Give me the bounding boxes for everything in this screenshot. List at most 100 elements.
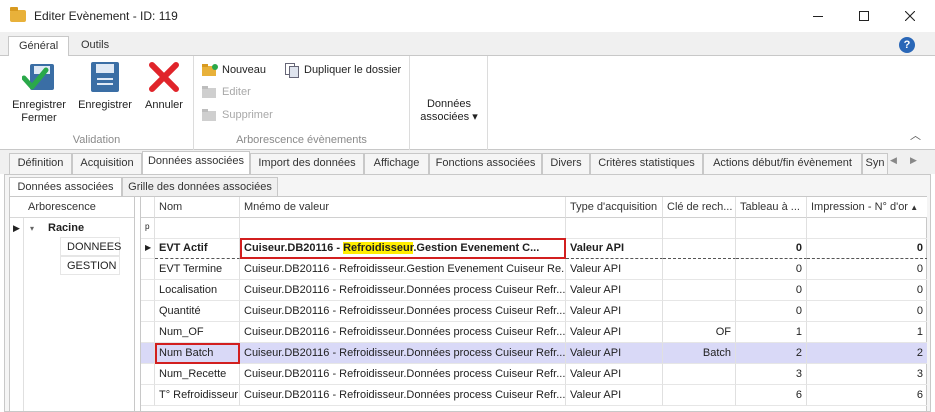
grid-cell-tableau[interactable]: 2 <box>736 343 807 364</box>
tab-definition[interactable]: Définition <box>9 153 72 174</box>
grid-cell-cle[interactable] <box>663 364 736 385</box>
grid-cell-tableau[interactable]: 3 <box>736 364 807 385</box>
filter-cell[interactable] <box>807 218 927 239</box>
filter-cell[interactable] <box>736 218 807 239</box>
grid-cell-cle[interactable] <box>663 301 736 322</box>
grid-cell-mnemo[interactable]: Cuiseur.DB20116 - Refroidisseur.Données … <box>240 322 566 343</box>
grid-cell-mnemo[interactable]: Cuiseur.DB20116 - Refroidisseur.Gestion … <box>240 238 566 259</box>
grid-cell-type[interactable]: Valeur API <box>566 238 663 259</box>
grid-cell-cle[interactable] <box>663 238 736 259</box>
grid-cell-mnemo[interactable]: Cuiseur.DB20116 - Refroidisseur.Données … <box>240 301 566 322</box>
tab-acquisition[interactable]: Acquisition <box>72 153 142 174</box>
row-indicator[interactable] <box>141 322 155 343</box>
column-header[interactable]: Nom <box>155 197 240 218</box>
grid-cell-impression[interactable]: 3 <box>807 364 927 385</box>
column-header[interactable]: Tableau à ... <box>736 197 807 218</box>
grid-cell-mnemo[interactable]: Cuiseur.DB20116 - Refroidisseur.Données … <box>240 364 566 385</box>
filter-cell[interactable] <box>155 218 240 239</box>
row-indicator[interactable] <box>141 343 155 364</box>
grid-cell-tableau[interactable]: 0 <box>736 301 807 322</box>
grid-cell-cle[interactable] <box>663 259 736 280</box>
tab-fonctions[interactable]: Fonctions associées <box>429 153 542 174</box>
grid-cell-type[interactable]: Valeur API <box>566 301 663 322</box>
filter-cell[interactable] <box>240 218 566 239</box>
tab-outils[interactable]: Outils <box>71 36 119 56</box>
grid-cell-impression[interactable]: 6 <box>807 385 927 406</box>
grid-cell-type[interactable]: Valeur API <box>566 364 663 385</box>
grid-cell-impression[interactable]: 0 <box>807 259 927 280</box>
grid-cell-nom[interactable]: EVT Actif <box>155 238 240 259</box>
column-header[interactable]: Impression - N° d'or ▲ <box>807 197 927 218</box>
linked-data-button[interactable]: Données associées ▾ <box>416 98 482 124</box>
grid-cell-cle[interactable]: Batch <box>663 343 736 364</box>
subtab-grille[interactable]: Grille des données associées <box>122 177 278 197</box>
grid-cell-impression[interactable]: 2 <box>807 343 927 364</box>
collapse-ribbon-icon[interactable]: ︿ <box>910 127 921 143</box>
filter-cell[interactable] <box>663 218 736 239</box>
tab-general[interactable]: Général <box>8 36 70 57</box>
tree-node-root[interactable]: Racine <box>48 219 84 238</box>
grid-cell-tableau[interactable]: 0 <box>736 259 807 280</box>
edit-button[interactable]: Editer <box>202 83 251 101</box>
tab-donnees-associees[interactable]: Données associées <box>142 151 250 174</box>
grid-cell-mnemo[interactable]: Cuiseur.DB20116 - Refroidisseur.Gestion … <box>240 259 566 280</box>
grid-cell-type[interactable]: Valeur API <box>566 343 663 364</box>
maximize-button[interactable] <box>841 0 887 32</box>
tab-affichage[interactable]: Affichage <box>364 153 429 174</box>
tab-divers[interactable]: Divers <box>542 153 590 174</box>
tree-node-gestion[interactable]: GESTION <box>60 256 120 275</box>
grid-cell-type[interactable]: Valeur API <box>566 280 663 301</box>
close-button[interactable] <box>887 0 933 32</box>
grid-cell-impression[interactable]: 0 <box>807 280 927 301</box>
duplicate-button[interactable]: Dupliquer le dossier <box>284 61 401 79</box>
tab-syn[interactable]: Syn <box>862 153 888 174</box>
row-indicator[interactable] <box>141 280 155 301</box>
grid-cell-tableau[interactable]: 0 <box>736 238 807 259</box>
grid-cell-type[interactable]: Valeur API <box>566 322 663 343</box>
grid-cell-nom[interactable]: T° Refroidisseur <box>155 385 240 406</box>
grid-cell-mnemo[interactable]: Cuiseur.DB20116 - Refroidisseur.Données … <box>240 343 566 364</box>
subtab-donnees-associees[interactable]: Données associées <box>9 177 122 197</box>
grid-cell-nom[interactable]: Num_Recette <box>155 364 240 385</box>
row-indicator[interactable] <box>141 385 155 406</box>
grid-cell-nom[interactable]: Localisation <box>155 280 240 301</box>
grid-cell-impression[interactable]: 1 <box>807 322 927 343</box>
grid-cell-mnemo[interactable]: Cuiseur.DB20116 - Refroidisseur.Données … <box>240 280 566 301</box>
grid-cell-impression[interactable]: 0 <box>807 238 927 259</box>
row-indicator[interactable] <box>141 259 155 280</box>
grid-cell-type[interactable]: Valeur API <box>566 385 663 406</box>
grid-cell-nom[interactable]: Num Batch <box>155 343 240 364</box>
filter-cell[interactable] <box>566 218 663 239</box>
tab-actions[interactable]: Actions début/fin évènement <box>703 153 862 174</box>
grid-cell-nom[interactable]: EVT Termine <box>155 259 240 280</box>
delete-button[interactable]: Supprimer <box>202 106 273 124</box>
column-header[interactable]: Type d'acquisition <box>566 197 663 218</box>
tree-node-donnees[interactable]: DONNEES <box>60 237 121 256</box>
grid-cell-cle[interactable] <box>663 280 736 301</box>
save-close-button[interactable]: Enregistrer Fermer <box>6 59 72 125</box>
grid-cell-cle[interactable]: OF <box>663 322 736 343</box>
save-button[interactable]: Enregistrer <box>74 59 136 112</box>
tab-criteres[interactable]: Critères statistiques <box>590 153 703 174</box>
grid-cell-nom[interactable]: Quantité <box>155 301 240 322</box>
expand-icon[interactable]: ▾ <box>30 219 34 238</box>
row-indicator[interactable] <box>141 301 155 322</box>
grid-cell-nom[interactable]: Num_OF <box>155 322 240 343</box>
column-header[interactable]: Clé de rech... <box>663 197 736 218</box>
minimize-button[interactable] <box>795 0 841 32</box>
row-indicator-icon[interactable]: ▶ <box>141 238 155 259</box>
column-header[interactable]: Mnémo de valeur <box>240 197 566 218</box>
tab-import[interactable]: Import des données <box>250 153 364 174</box>
grid-cell-type[interactable]: Valeur API <box>566 259 663 280</box>
grid-cell-impression[interactable]: 0 <box>807 301 927 322</box>
grid-cell-tableau[interactable]: 0 <box>736 280 807 301</box>
grid-cell-tableau[interactable]: 1 <box>736 322 807 343</box>
help-icon[interactable]: ? <box>899 37 915 53</box>
tab-scroll-right-icon[interactable]: ▶ <box>910 155 917 166</box>
grid-cell-tableau[interactable]: 6 <box>736 385 807 406</box>
cancel-button[interactable]: Annuler <box>138 59 190 112</box>
row-indicator[interactable] <box>141 364 155 385</box>
grid-cell-mnemo[interactable]: Cuiseur.DB20116 - Refroidisseur.Données … <box>240 385 566 406</box>
grid-cell-cle[interactable] <box>663 385 736 406</box>
tab-scroll-left-icon[interactable]: ◀ <box>890 155 897 166</box>
